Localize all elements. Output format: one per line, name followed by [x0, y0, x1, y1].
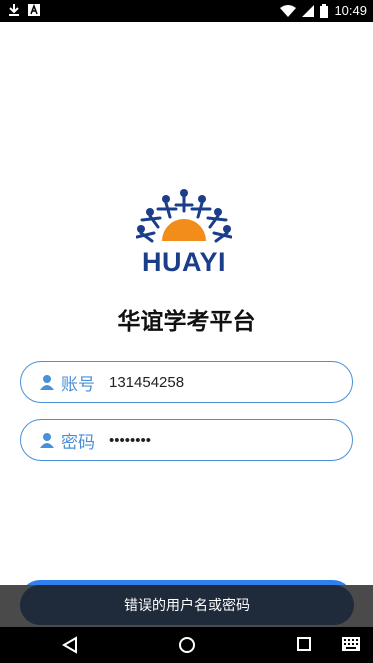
status-time: 10:49 — [334, 3, 367, 18]
toast-message: 错误的用户名或密码 — [124, 598, 250, 614]
password-field[interactable]: 密码 — [20, 419, 353, 461]
battery-icon — [320, 4, 329, 18]
password-input[interactable] — [109, 431, 329, 449]
login-screen: HUAYI 华谊学考平台 账号 密码 错误的用户名或密码 — [0, 22, 373, 627]
a-icon — [28, 4, 40, 16]
app-title: 华谊学考平台 — [117, 309, 256, 335]
huayi-logo: HUAYI — [135, 187, 233, 283]
keyboard-icon[interactable] — [342, 637, 360, 651]
nav-bar — [0, 627, 373, 663]
download-icon — [9, 4, 19, 16]
logo-emblem-icon — [135, 189, 233, 243]
signal-icon — [302, 5, 315, 17]
account-label: 账号 — [61, 374, 95, 395]
home-icon[interactable] — [178, 636, 196, 654]
status-bar: 10:49 — [0, 0, 373, 22]
password-label: 密码 — [61, 432, 95, 453]
logo-text: HUAYI — [141, 247, 227, 277]
recents-icon[interactable] — [296, 636, 312, 652]
wifi-icon — [280, 5, 297, 17]
user-icon — [40, 433, 54, 448]
back-icon[interactable] — [62, 636, 78, 654]
user-icon — [40, 375, 54, 390]
error-toast: 错误的用户名或密码 — [20, 585, 354, 625]
account-field[interactable]: 账号 — [20, 361, 353, 403]
account-input[interactable] — [109, 373, 329, 391]
